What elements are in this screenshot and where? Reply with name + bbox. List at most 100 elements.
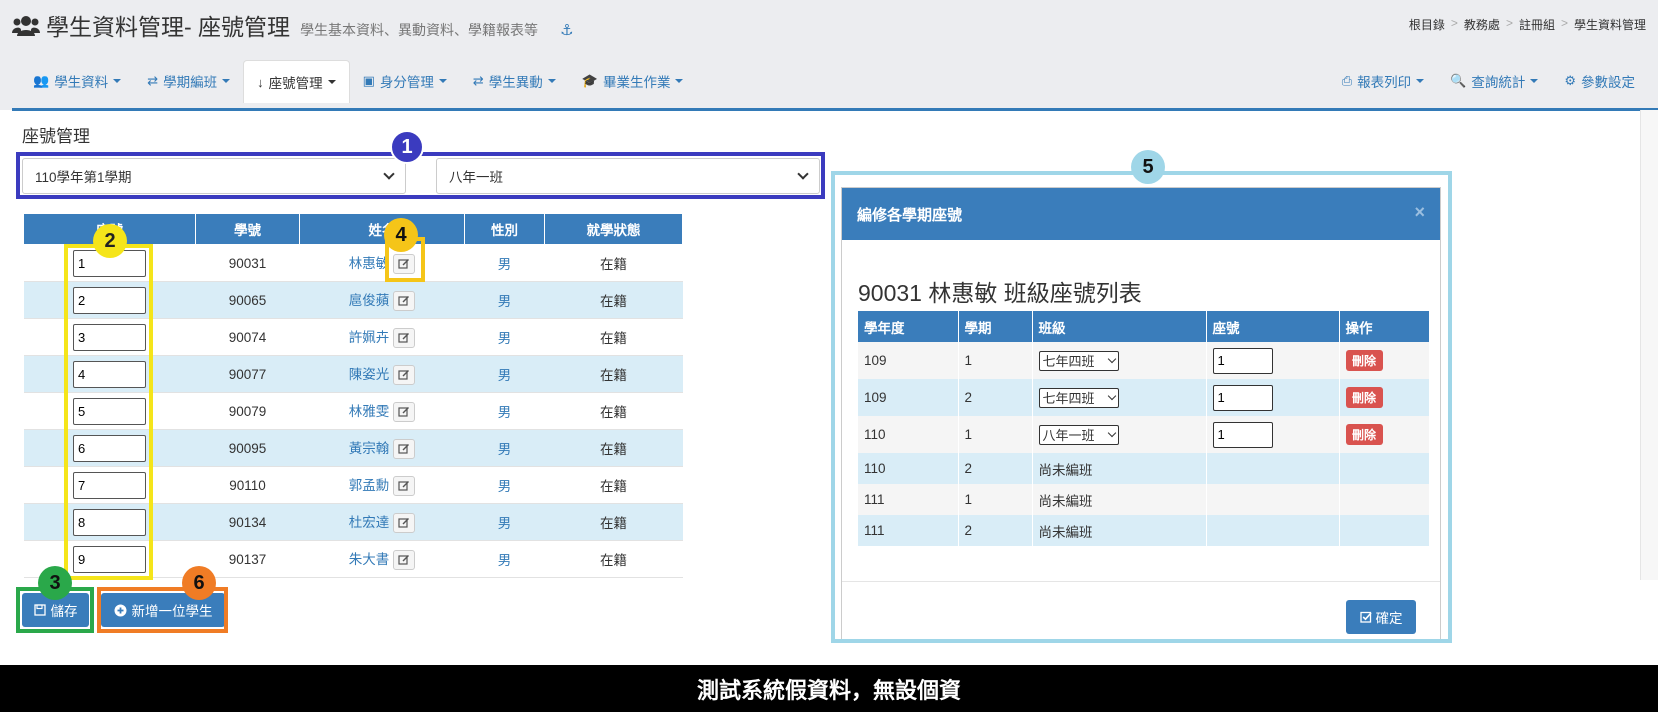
student-name[interactable]: 黃宗翰	[349, 441, 390, 456]
tab-identity-management[interactable]: ▣ 身分管理	[350, 60, 460, 102]
seat-input[interactable]	[1212, 421, 1273, 448]
plus-circle-icon	[114, 604, 126, 616]
tab-query-stats[interactable]: 🔍 查詢統計	[1437, 60, 1551, 102]
breadcrumb-item[interactable]: 註冊組	[1519, 16, 1555, 33]
seat-input[interactable]	[73, 508, 146, 536]
action-cell: 刪除	[1339, 379, 1430, 416]
tab-seat-management[interactable]: ↓ 座號管理	[243, 60, 350, 103]
anchor-icon[interactable]: ⚓	[560, 21, 573, 39]
seat-input[interactable]	[73, 545, 146, 573]
tab-student-transfer[interactable]: ⇄ 學生異動	[460, 60, 569, 102]
edit-button[interactable]	[393, 513, 416, 534]
delete-button[interactable]: 刪除	[1345, 350, 1383, 371]
seat-input[interactable]	[1212, 384, 1273, 411]
seat-input[interactable]	[1212, 347, 1273, 374]
close-icon[interactable]: ×	[1414, 202, 1425, 223]
caret-down-icon	[327, 80, 336, 84]
chevron-down-icon	[1107, 391, 1116, 401]
action-cell: 刪除	[1339, 416, 1430, 453]
column-header[interactable]: 性別	[464, 213, 545, 245]
edit-button[interactable]	[393, 328, 416, 349]
breadcrumb-item[interactable]: 學生資料管理	[1574, 16, 1646, 33]
table-row: 90095 黃宗翰 男 在籍	[23, 429, 683, 467]
name-cell: 許姵卉	[299, 318, 465, 356]
confirm-button[interactable]: 確定	[1346, 600, 1416, 634]
student-name[interactable]: 林雅雯	[349, 404, 390, 419]
student-id: 90031	[195, 244, 300, 282]
users-icon	[12, 16, 40, 36]
edit-button[interactable]	[393, 439, 416, 460]
tab-label: 畢業生作業	[602, 75, 671, 90]
tab-settings[interactable]: ⚙ 參數設定	[1551, 60, 1648, 102]
class-dropdown-value: 八年一班	[1042, 428, 1095, 443]
column-header[interactable]: 姓名	[299, 213, 465, 245]
edit-button[interactable]	[393, 254, 416, 275]
caret-down-icon	[113, 79, 122, 83]
class-dropdown[interactable]: 八年一班	[1038, 424, 1119, 445]
class-cell: 七年四班	[1032, 379, 1207, 416]
column-header: 班級	[1032, 311, 1207, 342]
student-name[interactable]: 林惠敏	[349, 256, 390, 271]
delete-button[interactable]: 刪除	[1345, 387, 1383, 408]
tab-label: 身分管理	[379, 75, 434, 90]
edit-button[interactable]	[393, 291, 416, 312]
term-cell: 1	[958, 342, 1033, 379]
edit-button[interactable]	[393, 365, 416, 386]
class-select-value: 八年一班	[449, 170, 503, 185]
seat-cell	[23, 429, 196, 467]
annotation-marker-4: 4	[384, 218, 418, 252]
edit-button[interactable]	[393, 402, 416, 423]
semester-select[interactable]: 110學年第1學期	[22, 158, 406, 194]
seat-input[interactable]	[73, 397, 146, 425]
breadcrumb-item[interactable]: 教務處	[1464, 16, 1500, 33]
page-root: 學生資料管理- 座號管理 學生基本資料、異動資料、學籍報表等 ⚓ 根目錄 > 教…	[0, 0, 1658, 712]
column-header[interactable]: 就學狀態	[544, 213, 683, 245]
class-dropdown[interactable]: 七年四班	[1038, 387, 1119, 408]
student-name[interactable]: 許姵卉	[349, 330, 390, 345]
edit-icon	[398, 333, 410, 343]
tab-report-print[interactable]: ⎙ 報表列印	[1329, 60, 1437, 102]
annotation-marker-6: 6	[182, 566, 216, 600]
section-title: 座號管理	[22, 127, 90, 146]
caret-down-icon	[547, 79, 556, 83]
tab-graduates[interactable]: 🎓 畢業生作業	[569, 60, 697, 102]
student-name[interactable]: 郭孟勳	[349, 478, 390, 493]
tab-student-data[interactable]: 👥 學生資料	[20, 60, 134, 102]
student-name[interactable]: 陳姿光	[349, 367, 390, 382]
class-dropdown[interactable]: 七年四班	[1038, 350, 1119, 371]
seat-input[interactable]	[73, 323, 146, 351]
year-cell: 111	[858, 515, 959, 546]
column-header[interactable]: 學號	[195, 213, 300, 245]
class-select[interactable]: 八年一班	[436, 158, 820, 194]
seat-input[interactable]	[73, 434, 146, 462]
tab-class-assignment[interactable]: ⇄ 學期編班	[134, 60, 243, 102]
student-id: 90079	[195, 392, 300, 430]
breadcrumb-item[interactable]: 根目錄	[1409, 16, 1445, 33]
edit-button[interactable]	[393, 550, 416, 571]
scrollbar[interactable]	[1640, 110, 1658, 580]
student-name[interactable]: 扈俊蘋	[349, 293, 390, 308]
breadcrumb-separator: >	[1560, 16, 1568, 30]
users-icon: 👥	[33, 73, 50, 88]
seat-input[interactable]	[73, 360, 146, 388]
nav-tabs-left: 👥 學生資料 ⇄ 學期編班 ↓ 座號管理 ▣ 身分管理 ⇄ 學生異動 🎓 畢業生	[20, 60, 697, 103]
page-title-text: 學生資料管理- 座號管理	[46, 14, 291, 40]
seat-history-table: 學年度 學期 班級 座號 操作 109 1 七年四班 刪除 109 2	[858, 311, 1430, 546]
nav-divider	[12, 108, 1658, 111]
annotation-marker-3: 3	[38, 566, 72, 600]
action-cell: 刪除	[1339, 342, 1430, 379]
seat-input[interactable]	[73, 286, 146, 314]
status: 在籍	[544, 503, 683, 541]
name-cell: 扈俊蘋	[299, 281, 465, 319]
seat-cell	[23, 392, 196, 430]
delete-button[interactable]: 刪除	[1345, 424, 1383, 445]
edit-button[interactable]	[393, 476, 416, 497]
student-name[interactable]: 杜宏達	[349, 515, 390, 530]
student-name[interactable]: 朱大書	[349, 552, 390, 567]
year-cell: 110	[858, 416, 959, 453]
caret-down-icon	[1530, 79, 1539, 83]
gender: 男	[464, 281, 545, 319]
column-header: 學期	[958, 311, 1033, 342]
seat-input[interactable]	[73, 471, 146, 499]
caret-down-icon	[438, 79, 447, 83]
